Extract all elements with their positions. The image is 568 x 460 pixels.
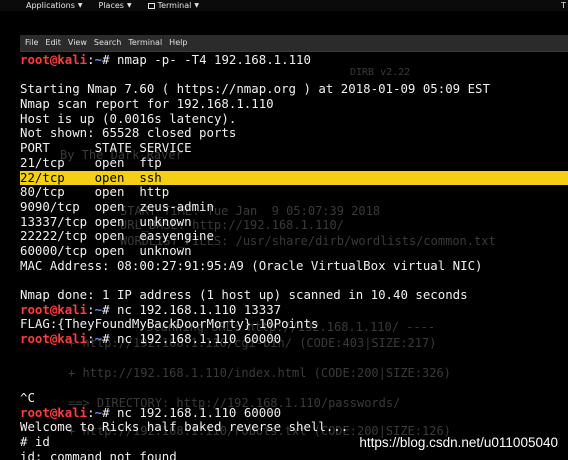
- caret-down-icon: ▼: [194, 2, 199, 9]
- system-tray-icon[interactable]: T: [561, 0, 566, 11]
- line-text: ^C: [20, 389, 35, 405]
- top-panel: Applications ▼ Places ▼ Terminal ▼ T: [0, 0, 568, 11]
- line-text: id: command not found: [20, 448, 177, 460]
- prompt-user: root@kali: [20, 331, 88, 347]
- menu-file[interactable]: File: [25, 35, 38, 51]
- highlighted-line: 22/tcp open ssh: [20, 169, 568, 186]
- prompt-user: root@kali: [20, 404, 88, 420]
- prompt-colon: :: [87, 404, 95, 420]
- output-line: 9090/tcp open zeus-admin: [20, 198, 568, 215]
- output-line: MAC Address: 08:00:27:91:95:A9 (Oracle V…: [20, 257, 568, 274]
- output-line: PORT STATE SERVICE: [20, 140, 568, 156]
- output-line: Not shown: 65528 closed ports: [20, 126, 568, 141]
- prompt-line: root@kali:~# nc 192.168.1.110 13337: [20, 301, 568, 318]
- prompt-colon: :: [87, 331, 95, 347]
- output-line: Welcome to Ricks half baked reverse shel…: [20, 419, 568, 435]
- line-text: Not shown: 65528 closed ports: [20, 125, 237, 141]
- line-text: 13337/tcp open unknown: [20, 213, 192, 229]
- line-text: FLAG:{TheyFoundMyBackDoorMorty}-10Points: [20, 316, 319, 332]
- watermark: https://blog.csdn.net/u011005040: [359, 435, 558, 450]
- prompt-path: ~: [94, 52, 103, 67]
- line-text: PORT STATE SERVICE: [20, 140, 192, 156]
- prompt-path: ~: [94, 404, 103, 420]
- desktop-gap: [0, 11, 568, 35]
- menu-view[interactable]: View: [68, 35, 87, 51]
- line-text: MAC Address: 08:00:27:91:95:A9 (Oracle V…: [20, 257, 483, 273]
- output-line: Host is up (0.0016s latency).: [20, 110, 568, 127]
- terminal-menubar: File Edit View Search Terminal Help: [20, 35, 568, 52]
- prompt-line: root@kali:~# nmap -p- -T4 192.168.1.110: [20, 52, 568, 68]
- line-text: # id: [20, 433, 50, 449]
- command-text: nc 192.168.1.110 13337: [109, 301, 282, 317]
- output-line: 22222/tcp open easyengine: [20, 228, 568, 244]
- prompt-symbol: #: [102, 301, 110, 317]
- line-text: Host is up (0.0016s latency).: [20, 110, 237, 126]
- menu-search[interactable]: Search: [94, 35, 121, 51]
- output-line: Nmap scan report for 192.168.1.110: [20, 96, 568, 112]
- menu-terminal[interactable]: Terminal: [128, 35, 162, 51]
- line-text: Starting Nmap 7.60 ( https://nmap.org ) …: [20, 81, 490, 97]
- line-text: 80/tcp open http: [20, 184, 170, 200]
- prompt-user: root@kali: [20, 301, 88, 317]
- line-text: Nmap scan report for 192.168.1.110: [20, 96, 274, 112]
- output-line: 13337/tcp open unknown: [20, 213, 568, 230]
- prompt-symbol: #: [102, 404, 110, 420]
- terminal-output[interactable]: DIRB v2.22 By The Dark Raver START_TIME:…: [20, 52, 568, 460]
- caret-down-icon: ▼: [126, 2, 132, 9]
- prompt-symbol: #: [102, 331, 110, 347]
- prompt-line: root@kali:~# nc 192.168.1.110 60000: [20, 404, 568, 421]
- output-line: ^C: [20, 389, 568, 406]
- desktop-edge: [0, 11, 20, 460]
- output-line: 21/tcp open ftp: [20, 154, 568, 171]
- command-text: nc 192.168.1.110 60000: [109, 331, 282, 347]
- line-text: 21/tcp open ftp: [20, 154, 162, 170]
- command-text: nc 192.168.1.110 60000: [109, 404, 282, 420]
- terminal-icon: [147, 2, 155, 9]
- prompt-colon: :: [87, 301, 95, 317]
- terminal-lines: root@kali:~# nmap -p- -T4 192.168.1.110 S…: [20, 52, 568, 460]
- output-line: Starting Nmap 7.60 ( https://nmap.org ) …: [20, 82, 568, 97]
- menu-edit[interactable]: Edit: [45, 35, 61, 51]
- prompt-colon: :: [87, 52, 95, 67]
- line-text: 22222/tcp open easyengine: [20, 228, 214, 244]
- prompt-line: root@kali:~# nc 192.168.1.110 60000: [20, 331, 568, 347]
- line-text: Welcome to Ricks half baked reverse shel…: [20, 419, 349, 435]
- command-text: nmap -p- -T4 192.168.1.110: [109, 52, 311, 67]
- output-line: FLAG:{TheyFoundMyBackDoorMorty}-10Points: [20, 317, 568, 332]
- prompt-path: ~: [94, 331, 103, 347]
- line-text: 9090/tcp open zeus-admin: [20, 198, 214, 214]
- menu-help[interactable]: Help: [169, 35, 187, 51]
- line-text: 22/tcp open ssh: [20, 169, 162, 185]
- output-line: Nmap done: 1 IP address (1 host up) scan…: [20, 287, 568, 303]
- line-text: Nmap done: 1 IP address (1 host up) scan…: [20, 287, 468, 302]
- output-line: 60000/tcp open unknown: [20, 242, 568, 259]
- terminal-app-menu[interactable]: Terminal ▼: [147, 0, 199, 11]
- places-label: Places: [98, 1, 124, 10]
- applications-label: Applications: [26, 1, 75, 10]
- prompt-path: ~: [94, 301, 103, 317]
- output-line: 80/tcp open http: [20, 184, 568, 200]
- applications-menu[interactable]: Applications ▼: [26, 0, 83, 11]
- line-text: 60000/tcp open unknown: [20, 242, 192, 258]
- prompt-symbol: #: [102, 52, 110, 67]
- places-menu[interactable]: Places ▼: [99, 0, 132, 11]
- prompt-user: root@kali: [20, 52, 88, 67]
- caret-down-icon: ▼: [77, 2, 83, 9]
- top-panel-menu: Applications ▼ Places ▼ Terminal ▼: [26, 0, 215, 11]
- terminal-app-label: Terminal: [157, 1, 192, 10]
- output-line: id: command not found: [20, 448, 568, 460]
